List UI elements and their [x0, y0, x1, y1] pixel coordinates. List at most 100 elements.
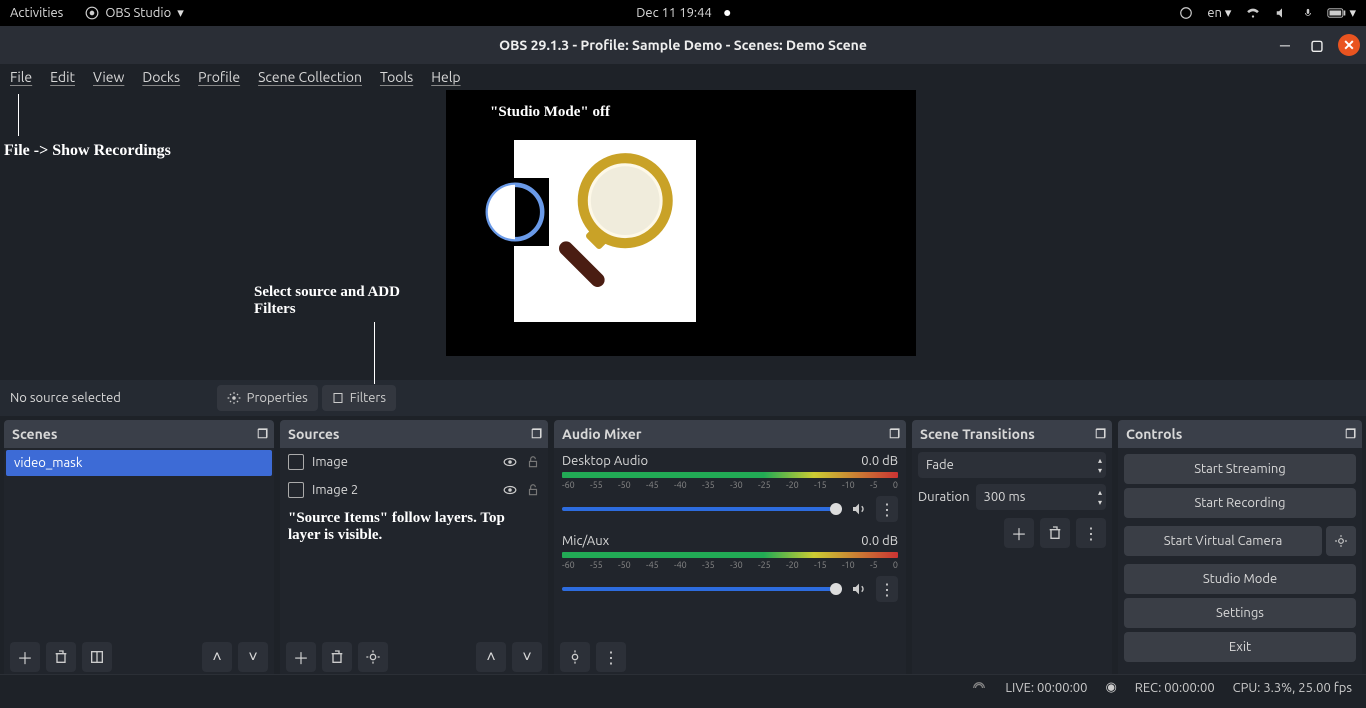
obs-tray-icon[interactable]: [1179, 6, 1193, 20]
exit-button[interactable]: Exit: [1124, 632, 1356, 662]
volume-icon[interactable]: [1275, 6, 1289, 20]
activities-button[interactable]: Activities: [10, 6, 63, 20]
trash-icon: [1047, 525, 1063, 541]
db-scale: -60-55-50-45-40-35-30-25-20-15-10-50: [562, 480, 898, 490]
scenes-header[interactable]: Scenes❐: [4, 420, 274, 448]
channel-name: Desktop Audio: [562, 454, 648, 468]
channel-level: 0.0 dB: [861, 534, 898, 548]
mixer-header[interactable]: Audio Mixer❐: [554, 420, 906, 448]
popout-icon[interactable]: ❐: [1095, 427, 1106, 441]
source-properties-button[interactable]: [358, 642, 388, 672]
scene-up-button[interactable]: ˄: [202, 642, 232, 672]
gear-icon: [227, 391, 241, 405]
source-up-button[interactable]: ˄: [476, 642, 506, 672]
remove-source-button[interactable]: [322, 642, 352, 672]
duration-label: Duration: [918, 490, 970, 504]
network-icon: [971, 681, 987, 695]
properties-button[interactable]: Properties: [217, 385, 318, 411]
gear-icon: [567, 649, 583, 665]
start-virtual-camera-button[interactable]: Start Virtual Camera: [1124, 526, 1322, 556]
volume-slider[interactable]: [562, 587, 842, 591]
mixer-menu-button[interactable]: ⋮: [596, 642, 626, 672]
half-circle-icon: [481, 178, 549, 246]
menu-profile[interactable]: Profile: [198, 69, 240, 85]
speaker-icon[interactable]: [850, 581, 868, 597]
status-live: LIVE: 00:00:00: [1005, 681, 1087, 695]
speaker-icon[interactable]: [850, 501, 868, 517]
notification-dot: [724, 10, 730, 16]
start-recording-button[interactable]: Start Recording: [1124, 488, 1356, 518]
annotation-show-recordings: File -> Show Recordings: [4, 142, 171, 160]
popout-icon[interactable]: ❐: [1345, 427, 1356, 441]
clock[interactable]: Dec 11 19:44: [636, 6, 712, 20]
menu-docks[interactable]: Docks: [142, 69, 180, 85]
source-item[interactable]: Image 2: [280, 476, 548, 504]
maximize-button[interactable]: ▢: [1306, 34, 1328, 56]
channel-name: Mic/Aux: [562, 534, 609, 548]
volume-slider[interactable]: [562, 507, 842, 511]
db-scale: -60-55-50-45-40-35-30-25-20-15-10-50: [562, 560, 898, 570]
duration-input[interactable]: 300 ms ▴▾: [976, 484, 1107, 510]
popout-icon[interactable]: ❐: [531, 427, 542, 441]
settings-button[interactable]: Settings: [1124, 598, 1356, 628]
lock-icon[interactable]: [526, 455, 540, 469]
eye-icon[interactable]: [502, 455, 518, 469]
annotation-source-layers: "Source Items" follow layers. Top layer …: [280, 504, 548, 550]
menu-tools[interactable]: Tools: [380, 69, 413, 85]
wifi-icon[interactable]: [1245, 6, 1261, 20]
virtual-camera-config-button[interactable]: [1326, 526, 1356, 556]
controls-dock: Controls❐ Start Streaming Start Recordin…: [1118, 420, 1362, 674]
no-source-label: No source selected: [10, 391, 121, 405]
image-source-icon: [288, 482, 304, 498]
channel-menu-button[interactable]: ⋮: [876, 496, 898, 522]
menu-scene-collection[interactable]: Scene Collection: [258, 69, 362, 85]
popout-icon[interactable]: ❐: [889, 427, 900, 441]
annotation-add-filters: Select source and ADD Filters: [254, 284, 434, 318]
docks-container: Scenes❐ video_mask ＋ ˄ ˅ Sources❐ Image: [0, 416, 1366, 674]
menu-help[interactable]: Help: [431, 69, 460, 85]
eye-icon[interactable]: [502, 483, 518, 497]
start-streaming-button[interactable]: Start Streaming: [1124, 454, 1356, 484]
scene-item[interactable]: video_mask: [6, 450, 272, 476]
transitions-header[interactable]: Scene Transitions❐: [912, 420, 1112, 448]
language-indicator[interactable]: en ▾: [1207, 6, 1231, 21]
preview-area[interactable]: "Studio Mode" off File -> Show Recording…: [0, 90, 1366, 380]
filters-button[interactable]: Filters: [322, 385, 396, 411]
minimize-button[interactable]: ─: [1274, 34, 1296, 56]
controls-header[interactable]: Controls❐: [1118, 420, 1362, 448]
sources-dock: Sources❐ Image Image 2 "Source Items" fo…: [280, 420, 548, 674]
transitions-dock: Scene Transitions❐ Fade ▴▾ Duration 300 …: [912, 420, 1112, 674]
mic-icon[interactable]: [1303, 6, 1313, 20]
source-down-button[interactable]: ˅: [512, 642, 542, 672]
remove-transition-button[interactable]: [1040, 518, 1070, 548]
close-button[interactable]: ✕: [1338, 34, 1360, 56]
app-menu[interactable]: OBS Studio ▾: [85, 6, 183, 21]
mixer-settings-button[interactable]: [560, 642, 590, 672]
transition-select[interactable]: Fade ▴▾: [918, 452, 1106, 478]
audio-meter: [562, 472, 898, 478]
add-scene-button[interactable]: ＋: [10, 642, 40, 672]
scene-filters-button[interactable]: [82, 642, 112, 672]
menu-view[interactable]: View: [93, 69, 124, 85]
gnome-top-bar: Activities OBS Studio ▾ Dec 11 19:44 en …: [0, 0, 1366, 26]
menu-edit[interactable]: Edit: [50, 69, 75, 85]
sources-header[interactable]: Sources❐: [280, 420, 548, 448]
source-item[interactable]: Image: [280, 448, 548, 476]
source-label: Image: [312, 455, 348, 469]
add-source-button[interactable]: ＋: [286, 642, 316, 672]
studio-mode-button[interactable]: Studio Mode: [1124, 564, 1356, 594]
add-transition-button[interactable]: ＋: [1004, 518, 1034, 548]
scenes-dock: Scenes❐ video_mask ＋ ˄ ˅: [4, 420, 274, 674]
menu-file[interactable]: File: [10, 69, 32, 85]
obs-icon: [85, 6, 99, 20]
remove-scene-button[interactable]: [46, 642, 76, 672]
scene-down-button[interactable]: ˅: [238, 642, 268, 672]
channel-menu-button[interactable]: ⋮: [876, 576, 898, 602]
gear-icon: [365, 649, 381, 665]
menubar: File Edit View Docks Profile Scene Colle…: [0, 64, 1366, 90]
transition-menu-button[interactable]: ⋮: [1076, 518, 1106, 548]
popout-icon[interactable]: ❐: [257, 427, 268, 441]
battery-icon[interactable]: ▾: [1327, 6, 1356, 21]
preview-canvas[interactable]: "Studio Mode" off: [446, 90, 916, 356]
lock-icon[interactable]: [526, 483, 540, 497]
